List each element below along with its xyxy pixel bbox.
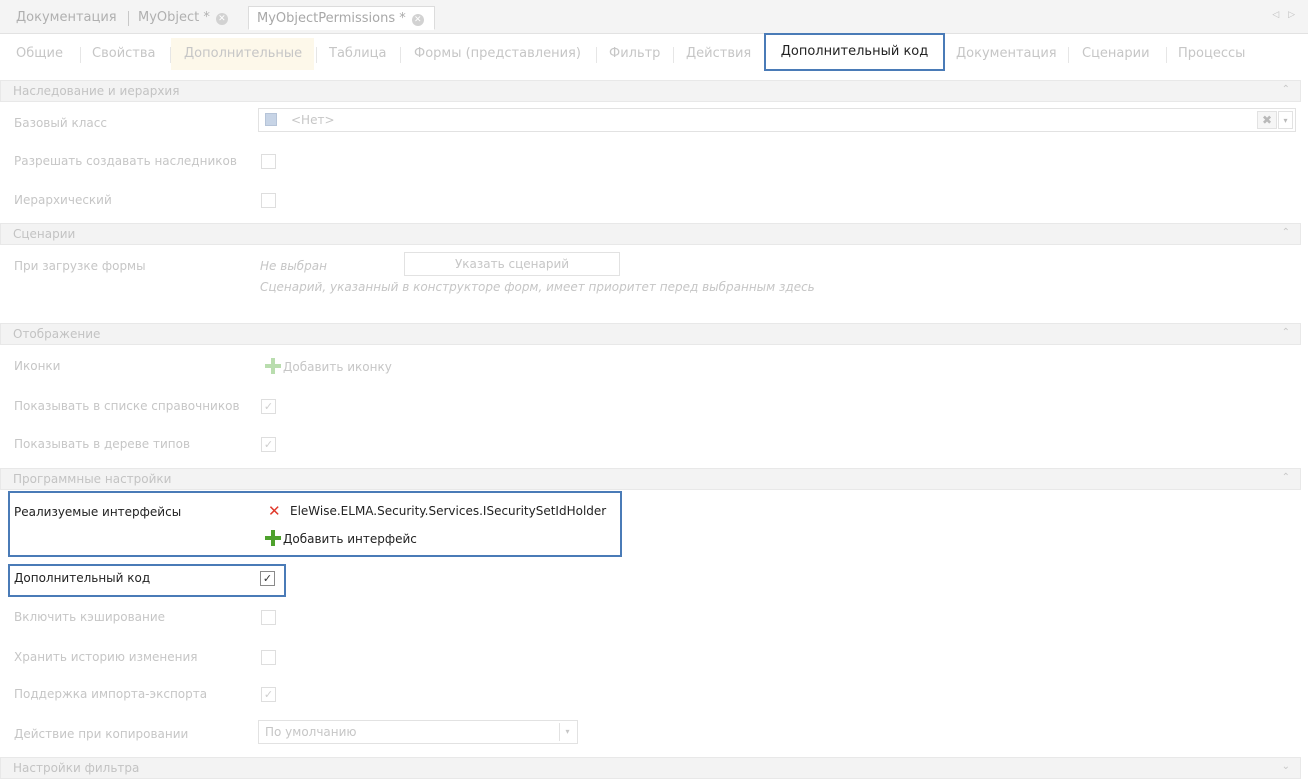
allow-heirs-checkbox[interactable] [261, 154, 276, 169]
section-header-inheritance[interactable]: Наследование и иерархия ⌃ [0, 80, 1301, 102]
tab-filter[interactable]: Фильтр [609, 46, 660, 61]
base-class-field[interactable]: <Нет> ✖ ▾ [258, 108, 1296, 132]
section-header-program-settings[interactable]: Программные настройки ⌃ [0, 468, 1301, 490]
hierarchical-checkbox[interactable] [261, 193, 276, 208]
tab-additional-code[interactable]: Дополнительный код [764, 33, 945, 71]
show-in-tree-checkbox[interactable]: ✓ [261, 437, 276, 452]
section-header-display[interactable]: Отображение ⌃ [0, 323, 1301, 345]
extra-code-label: Дополнительный код [14, 571, 151, 585]
tab-separator [170, 47, 171, 63]
tab-table[interactable]: Таблица [329, 46, 387, 61]
show-in-tree-label: Показывать в дереве типов [14, 437, 191, 451]
collapse-chevron-icon[interactable]: ⌃ [1282, 327, 1290, 338]
history-checkbox[interactable] [261, 650, 276, 665]
collapse-chevron-icon[interactable]: ⌃ [1282, 472, 1290, 483]
show-in-list-label: Показывать в списке справочников [14, 399, 240, 413]
hierarchical-label: Иерархический [14, 193, 112, 207]
add-icon-link[interactable]: Добавить иконку [264, 357, 392, 375]
remove-icon[interactable]: ✕ [268, 502, 282, 520]
tab-separator [128, 11, 129, 26]
caching-label: Включить кэширование [14, 610, 166, 624]
icons-label: Иконки [14, 359, 61, 373]
interface-item: ✕ EleWise.ELMA.Security.Services.ISecurit… [268, 502, 607, 520]
select-scenario-button[interactable]: Указать сценарий [404, 252, 620, 276]
import-export-label: Поддержка импорта-экспорта [14, 687, 208, 701]
close-icon[interactable]: ✕ [215, 13, 228, 25]
tab-scenarios[interactable]: Сценарии [1082, 46, 1150, 61]
doc-tab-myobject[interactable]: MyObject * ✕ [138, 6, 228, 30]
interfaces-label: Реализуемые интерфейсы [14, 505, 182, 519]
plus-icon [264, 357, 282, 375]
collapse-chevron-icon[interactable]: ⌃ [1282, 84, 1290, 95]
expand-chevron-icon[interactable]: ⌄ [1282, 761, 1290, 772]
chevron-down-icon[interactable]: ▾ [559, 723, 575, 741]
tab-documentation[interactable]: Документация [956, 46, 1057, 61]
copy-action-select[interactable]: По умолчанию ▾ [258, 720, 578, 744]
chevron-down-icon[interactable]: ▾ [1278, 111, 1293, 129]
tab-properties[interactable]: Свойства [92, 46, 156, 61]
section-header-filter-settings[interactable]: Настройки фильтра ⌄ [0, 757, 1301, 779]
copy-action-label: Действие при копировании [14, 727, 189, 741]
plus-icon [264, 529, 282, 547]
allow-heirs-label: Разрешать создавать наследников [14, 154, 237, 168]
extra-code-checkbox[interactable]: ✓ [260, 571, 275, 586]
class-icon [265, 113, 277, 126]
on-load-label: При загрузке формы [14, 259, 146, 273]
on-load-value: Не выбран [260, 259, 327, 273]
section-tab-bar: Общие Свойства Дополнительные Таблица Фо… [0, 34, 1308, 74]
collapse-chevron-icon[interactable]: ⌃ [1282, 227, 1290, 238]
doc-tab-documentation[interactable]: Документация [16, 6, 117, 30]
tab-separator [80, 47, 81, 63]
add-interface-link[interactable]: Добавить интерфейс [264, 529, 417, 547]
scenario-hint: Сценарий, указанный в конструкторе форм,… [260, 280, 815, 294]
tab-additional[interactable]: Дополнительные [184, 46, 302, 61]
close-icon[interactable]: ✕ [411, 14, 424, 26]
tab-separator [596, 47, 597, 63]
interfaces-highlight-box [8, 491, 622, 557]
clear-icon[interactable]: ✖ [1257, 111, 1277, 129]
section-header-scenarios[interactable]: Сценарии ⌃ [0, 223, 1301, 245]
import-export-checkbox[interactable]: ✓ [261, 687, 276, 702]
doc-tab-myobjectpermissions[interactable]: MyObjectPermissions * ✕ [248, 6, 435, 30]
document-tab-bar: Документация MyObject * ✕ MyObjectPermiss… [0, 0, 1308, 34]
tab-scroll-arrows-icon[interactable]: ◁ ▷ [1272, 10, 1298, 20]
history-label: Хранить историю изменения [14, 650, 198, 664]
tab-separator [316, 47, 317, 63]
tab-actions[interactable]: Действия [686, 46, 751, 61]
tab-processes[interactable]: Процессы [1178, 46, 1245, 61]
tab-separator [400, 47, 401, 63]
tab-general[interactable]: Общие [16, 46, 63, 61]
tab-separator [1068, 47, 1069, 63]
show-in-list-checkbox[interactable]: ✓ [261, 399, 276, 414]
tab-separator [1166, 47, 1167, 63]
tab-separator [673, 47, 674, 63]
base-class-label: Базовый класс [14, 116, 107, 130]
caching-checkbox[interactable] [261, 610, 276, 625]
tab-forms[interactable]: Формы (представления) [414, 46, 581, 61]
base-class-value: <Нет> [291, 113, 335, 127]
